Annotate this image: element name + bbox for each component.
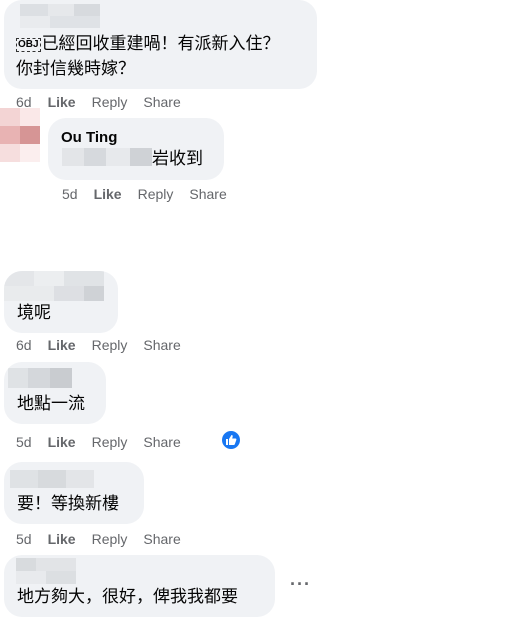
comment-actions-4: 5d Like Reply Share	[16, 434, 197, 450]
more-options-icon[interactable]: ···	[290, 574, 311, 595]
comment-text: 地點一流	[17, 394, 85, 413]
author-name[interactable]: Ou Ting	[61, 129, 117, 146]
comment-text: OBJ 已經回收重建喎！有派新入住？	[16, 34, 280, 53]
reply-button[interactable]: Reply	[138, 186, 174, 202]
share-button[interactable]: Share	[143, 434, 180, 450]
avatar[interactable]	[0, 108, 40, 162]
timestamp[interactable]: 6d	[16, 337, 32, 353]
like-button[interactable]: Like	[48, 531, 76, 547]
comment-text: 地方夠大，很好，俾我我都要	[17, 587, 238, 606]
reply-button[interactable]: Reply	[92, 434, 128, 450]
share-button[interactable]: Share	[143, 337, 180, 353]
author-name-blurred	[8, 368, 72, 388]
author-name-blurred	[10, 470, 94, 488]
timestamp[interactable]: 5d	[62, 186, 78, 202]
comment-actions-2: 5d Like Reply Share	[62, 186, 243, 202]
comment-text: 岩收到	[152, 149, 203, 168]
reply-button[interactable]: Reply	[92, 337, 128, 353]
like-button[interactable]: Like	[48, 337, 76, 353]
share-button[interactable]: Share	[143, 94, 180, 110]
comment-actions-3: 6d Like Reply Share	[16, 337, 197, 353]
comment-bubble-5: 要！等換新樓	[4, 462, 144, 524]
thumbs-up-icon[interactable]	[220, 429, 242, 451]
comment-bubble-6: 地方夠大，很好，俾我我都要	[4, 555, 275, 617]
comment-actions-1: 6d Like Reply Share	[16, 94, 197, 110]
reply-button[interactable]: Reply	[92, 94, 128, 110]
reply-button[interactable]: Reply	[92, 531, 128, 547]
timestamp[interactable]: 5d	[16, 434, 32, 450]
like-button[interactable]: Like	[48, 434, 76, 450]
timestamp[interactable]: 5d	[16, 531, 32, 547]
share-button[interactable]: Share	[189, 186, 226, 202]
comment-text: 要！等換新樓	[17, 494, 119, 513]
comment-bubble-3: 境呢	[4, 271, 118, 333]
author-name-blurred	[20, 4, 100, 28]
comment-bubble-1: OBJ 已經回收重建喎！有派新入住？ 你封信幾時嫁？	[4, 0, 317, 89]
author-name-blurred	[16, 558, 76, 584]
mention-blurred	[62, 148, 152, 166]
comment-actions-5: 5d Like Reply Share	[16, 531, 197, 547]
author-name-blurred	[4, 271, 118, 301]
comment-text-line-2: 你封信幾時嫁？	[16, 59, 135, 78]
emoji-badge: OBJ	[16, 38, 41, 52]
like-button[interactable]: Like	[48, 94, 76, 110]
comment-text: 境呢	[17, 303, 51, 322]
comment-bubble-4: 地點一流	[4, 362, 106, 424]
comment-bubble-2: Ou Ting 岩收到	[48, 118, 224, 180]
share-button[interactable]: Share	[143, 531, 180, 547]
like-button[interactable]: Like	[94, 186, 122, 202]
